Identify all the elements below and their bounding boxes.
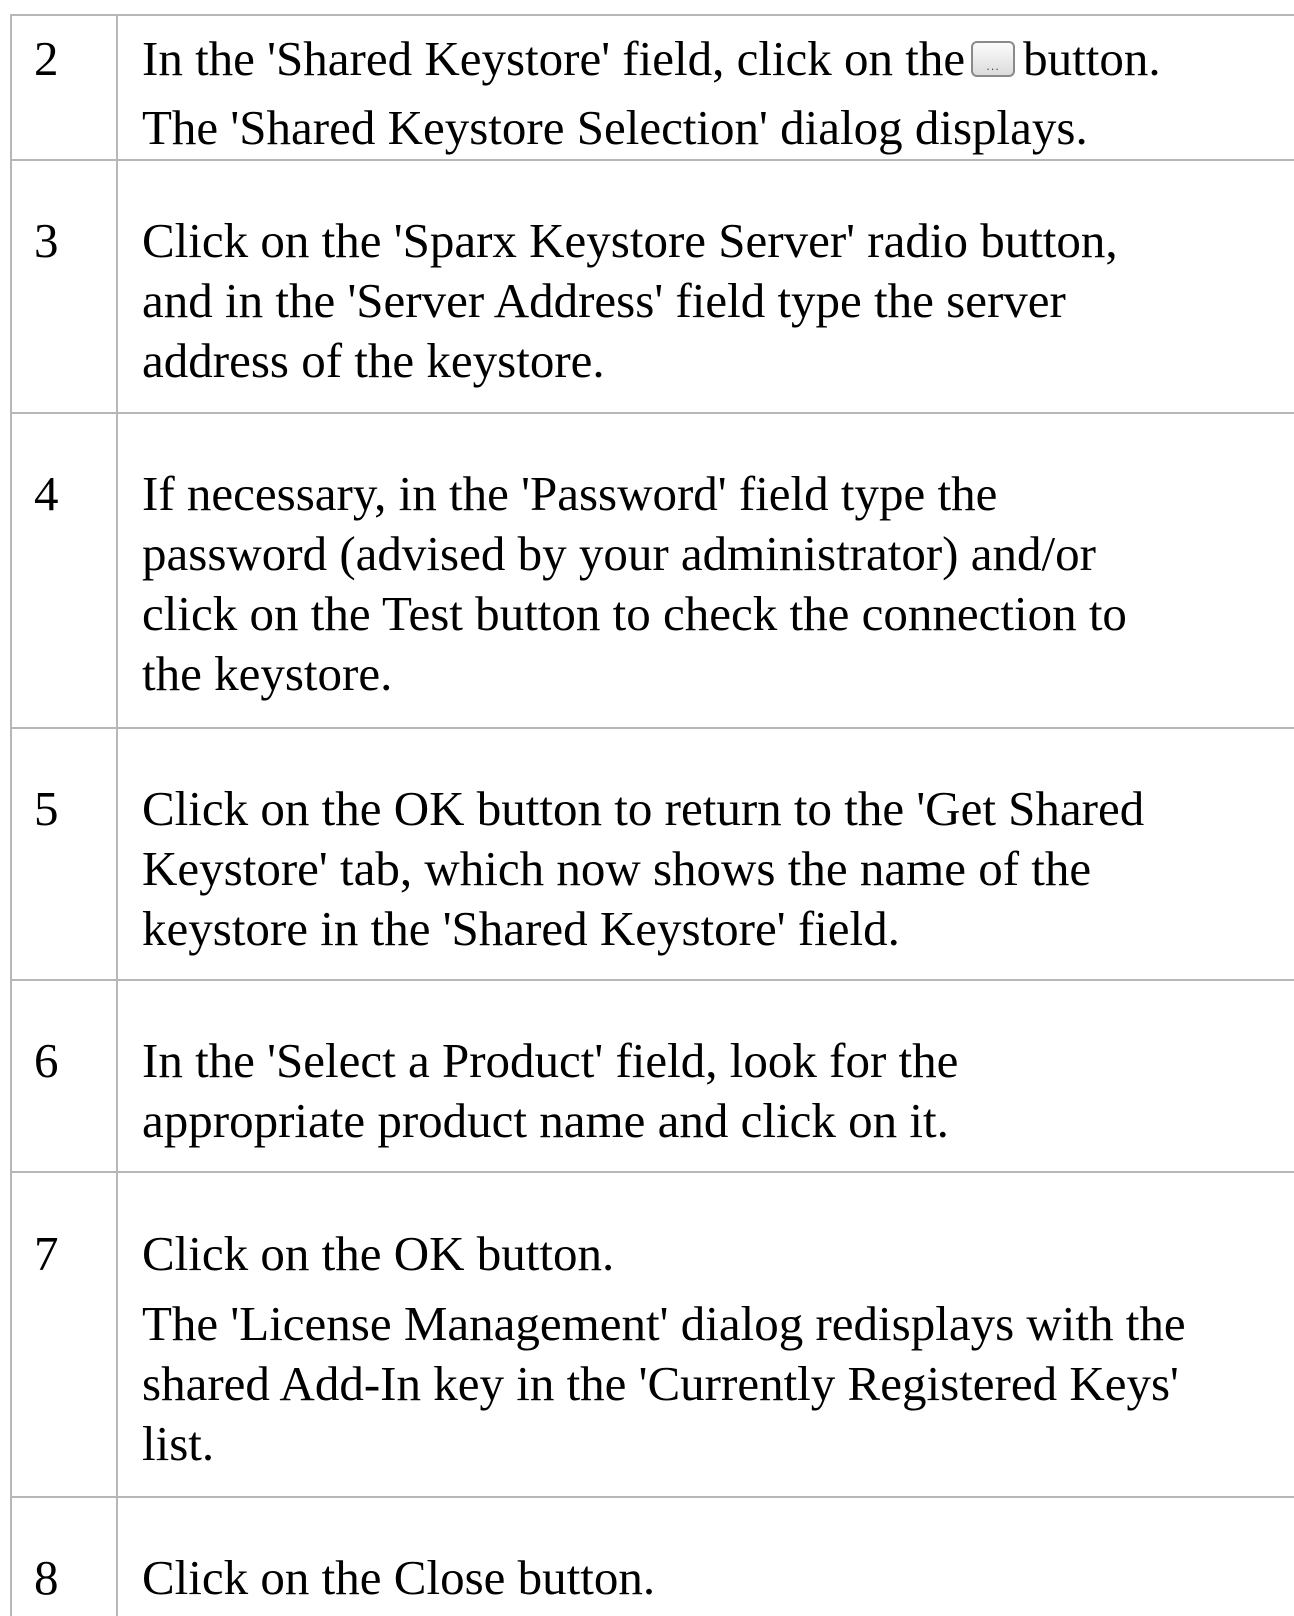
step-result-line: The 'Shared Keystore Selection' dialog d… [142, 100, 1088, 155]
step-text: Click on the Close button. [142, 1548, 1292, 1608]
step-line-after-icon: button. [1023, 31, 1161, 86]
step-text: In the 'Select a Product' field, look fo… [142, 1031, 1292, 1151]
step-text: Click on the OK button. The 'License Man… [142, 1224, 1292, 1474]
column-divider [116, 16, 118, 159]
step-number: 5 [34, 781, 59, 836]
step-line-before-icon: In the 'Shared Keystore' field, click on… [142, 31, 966, 86]
step-line: password (advised by your administrator)… [142, 526, 1096, 581]
step-number: 2 [34, 31, 59, 86]
step-line: In the 'Select a Product' field, look fo… [142, 1033, 959, 1088]
step-line: In the 'Shared Keystore' field, click on… [142, 29, 1292, 89]
step-result-line: shared Add-In key in the 'Currently Regi… [142, 1356, 1179, 1411]
step-line: keystore in the 'Shared Keystore' field. [142, 901, 900, 956]
step-result-line: The 'License Management' dialog redispla… [142, 1296, 1186, 1351]
step-line: the keystore. [142, 646, 393, 701]
step-line: Click on the OK button. [142, 1226, 615, 1281]
column-divider [116, 414, 118, 727]
step-line: address of the keystore. [142, 333, 605, 388]
step-number: 6 [34, 1033, 59, 1088]
step-row: 6 In the 'Select a Product' field, look … [10, 979, 1294, 1171]
step-number: 8 [34, 1550, 59, 1605]
step-line: and in the 'Server Address' field type t… [142, 273, 1066, 328]
step-number: 4 [34, 466, 59, 521]
step-line: If necessary, in the 'Password' field ty… [142, 466, 998, 521]
ellipsis-glyph: ... [986, 59, 1000, 73]
step-line: Click on the Close button. [142, 1550, 656, 1605]
column-divider [116, 729, 118, 979]
procedure-steps-table: 2 In the 'Shared Keystore' field, click … [0, 0, 1294, 1616]
step-text: In the 'Shared Keystore' field, click on… [142, 29, 1292, 158]
step-text: Click on the OK button to return to the … [142, 779, 1292, 959]
step-row: 4 If necessary, in the 'Password' field … [10, 412, 1294, 727]
column-divider [116, 1173, 118, 1496]
step-row: 8 Click on the Close button. [10, 1496, 1294, 1616]
step-row: 7 Click on the OK button. The 'License M… [10, 1171, 1294, 1496]
step-line: Click on the OK button to return to the … [142, 781, 1145, 836]
column-divider [116, 981, 118, 1171]
step-row: 3 Click on the 'Sparx Keystore Server' r… [10, 159, 1294, 412]
step-text: Click on the 'Sparx Keystore Server' rad… [142, 211, 1292, 391]
step-line: appropriate product name and click on it… [142, 1093, 949, 1148]
step-line: Click on the 'Sparx Keystore Server' rad… [142, 213, 1118, 268]
step-number: 3 [34, 213, 59, 268]
step-row: 5 Click on the OK button to return to th… [10, 727, 1294, 979]
step-number: 7 [34, 1226, 59, 1281]
step-line: Keystore' tab, which now shows the name … [142, 841, 1092, 896]
step-text: If necessary, in the 'Password' field ty… [142, 464, 1292, 704]
step-row: 2 In the 'Shared Keystore' field, click … [10, 14, 1294, 159]
step-result-line: list. [142, 1416, 215, 1471]
ellipsis-button-icon: ... [971, 40, 1016, 77]
column-divider [116, 161, 118, 412]
step-line: click on the Test button to check the co… [142, 586, 1127, 641]
column-divider [116, 1498, 118, 1616]
